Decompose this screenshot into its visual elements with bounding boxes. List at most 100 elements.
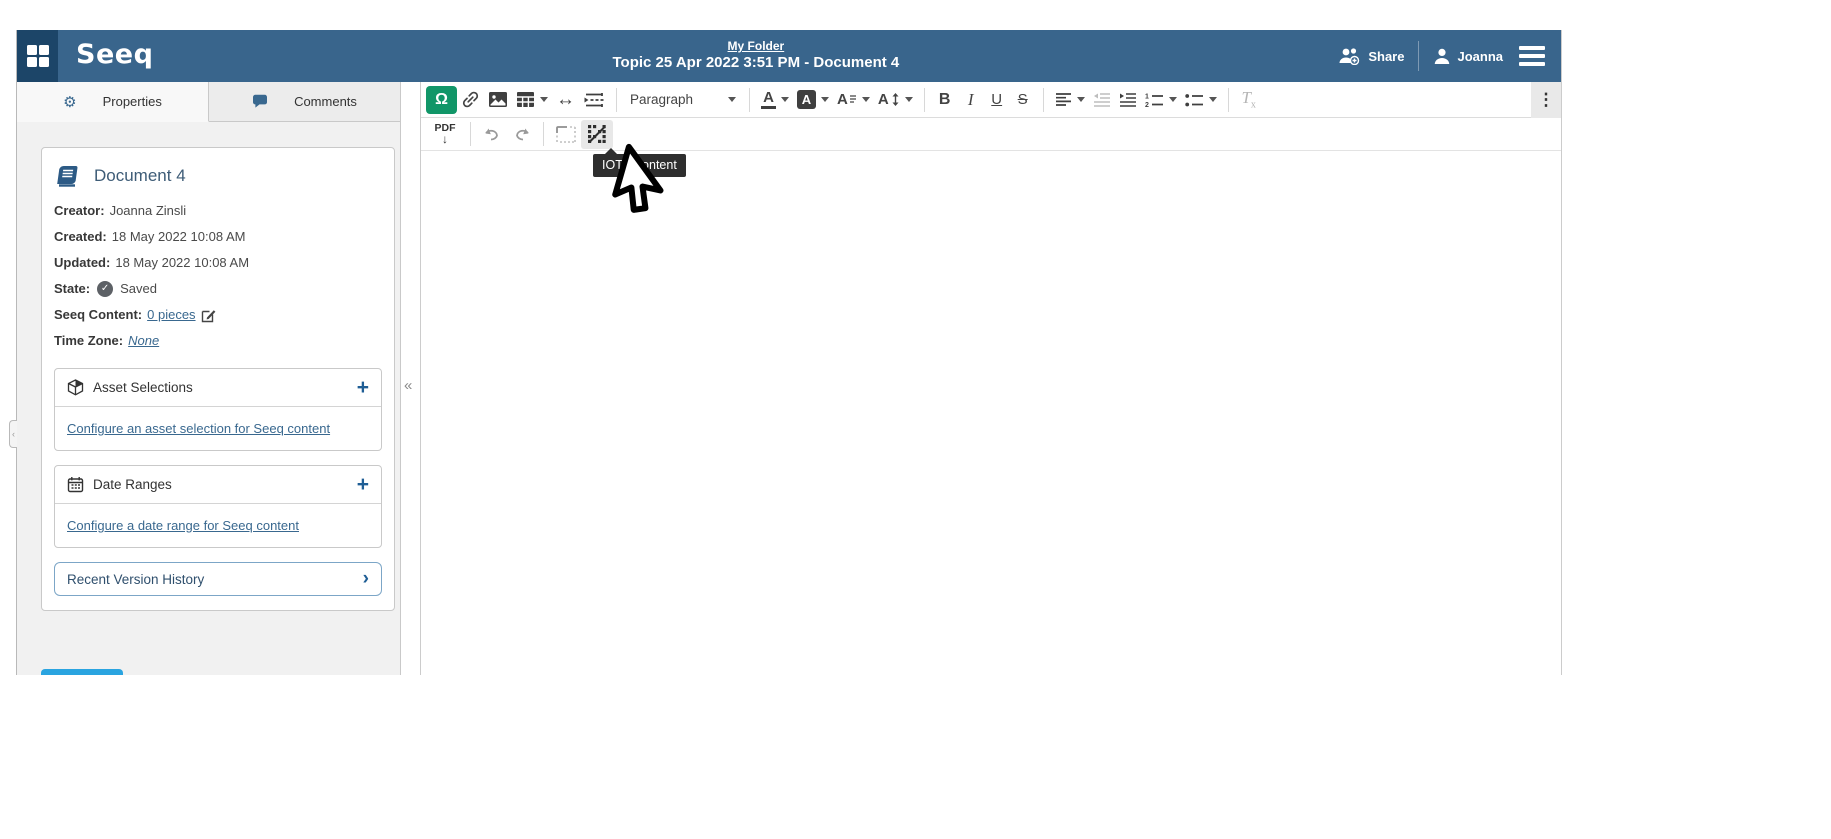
hamburger-menu-button[interactable] [1517, 44, 1547, 68]
chevron-down-icon [1209, 97, 1217, 102]
tab-comments-label: Comments [294, 94, 357, 109]
italic-button[interactable]: I [958, 86, 984, 114]
tab-properties-label: Properties [103, 94, 162, 109]
strikethrough-button[interactable]: S [1010, 86, 1036, 114]
underline-button[interactable]: U [984, 86, 1010, 114]
new-document-button-stub[interactable] [41, 669, 123, 675]
seeq-logo: Seeq [58, 39, 173, 74]
bold-button[interactable]: B [932, 86, 958, 114]
navbar-center: My Folder Topic 25 Apr 2022 3:51 PM - Do… [173, 39, 1338, 73]
creator-label: Creator: [54, 198, 105, 224]
editor-toolbar-secondary: PDF ↓ [421, 118, 1561, 151]
redo-button[interactable] [507, 120, 536, 148]
seeq-content-label: Seeq Content: [54, 302, 142, 328]
seeq-mark-icon: Ω [435, 91, 448, 109]
configure-asset-selection-link[interactable]: Configure an asset selection for Seeq co… [67, 421, 330, 436]
insert-table-button[interactable] [512, 86, 552, 114]
insert-image-button[interactable] [484, 86, 512, 114]
outdent-button[interactable] [1089, 86, 1115, 114]
indent-button[interactable] [1115, 86, 1141, 114]
text-align-button[interactable] [1051, 86, 1089, 114]
font-color-button[interactable]: A [757, 86, 793, 114]
collapse-sidebar-icon[interactable]: « [404, 377, 412, 394]
tab-properties[interactable]: ⚙ Properties [17, 82, 209, 122]
share-users-icon [1338, 47, 1362, 65]
gear-icon: ⚙ [63, 93, 76, 111]
app-window: Seeq My Folder Topic 25 Apr 2022 3:51 PM… [16, 30, 1562, 675]
font-family-button[interactable]: A [833, 86, 874, 114]
indent-icon [1119, 92, 1137, 107]
tab-comments[interactable]: Comments [209, 82, 400, 121]
journal-icon [56, 164, 82, 188]
image-icon [488, 91, 508, 108]
svg-text:2: 2 [1145, 102, 1149, 108]
insert-seeq-content-button[interactable]: Ω [426, 86, 457, 114]
cube-icon [67, 379, 84, 396]
app-switcher-button[interactable] [17, 30, 58, 82]
toolbar-divider [1228, 88, 1229, 112]
paragraph-style-dropdown[interactable]: Paragraph [624, 86, 742, 114]
add-date-range-button[interactable]: + [357, 477, 369, 493]
calendar-icon [67, 476, 84, 493]
updated-value: 18 May 2022 10:08 AM [115, 250, 249, 276]
updated-row: Updated: 18 May 2022 10:08 AM [54, 250, 382, 276]
chevron-down-icon [781, 97, 789, 102]
background-color-button[interactable]: A [793, 86, 833, 114]
insert-link-button[interactable] [457, 86, 484, 114]
iota-content-icon [587, 124, 608, 144]
toolbar-divider [470, 122, 471, 146]
toolbar-divider [749, 88, 750, 112]
navbar-right: Share Joanna [1338, 41, 1561, 71]
paragraph-style-value: Paragraph [630, 92, 693, 107]
updated-label: Updated: [54, 250, 110, 276]
toolbar-divider [1043, 88, 1044, 112]
document-canvas[interactable] [421, 151, 1561, 675]
breadcrumb-my-folder[interactable]: My Folder [728, 39, 785, 54]
export-pdf-button[interactable]: PDF ↓ [427, 119, 463, 149]
chevron-down-icon [821, 97, 829, 102]
toolbar-overflow-button[interactable]: ⋮ [1531, 82, 1561, 118]
align-left-icon [1055, 92, 1072, 107]
asset-selections-title: Asset Selections [93, 380, 348, 395]
toolbar-divider [924, 88, 925, 112]
font-size-button[interactable]: A [874, 86, 917, 114]
resize-content-button[interactable]: ↔ [552, 86, 579, 114]
user-name: Joanna [1457, 49, 1503, 64]
bullet-list-icon [1185, 92, 1204, 108]
state-label: State: [54, 276, 90, 302]
page-break-button[interactable] [579, 86, 609, 114]
comment-icon [252, 94, 268, 109]
document-editor: Ω [421, 82, 1561, 675]
edit-icon[interactable] [201, 308, 216, 323]
clear-formatting-button[interactable]: Tx [1236, 86, 1262, 114]
version-history-label: Recent Version History [67, 572, 363, 587]
undo-button[interactable] [478, 120, 507, 148]
font-size-arrows [891, 92, 900, 107]
iota-content-tooltip: IOTA Content [593, 154, 686, 177]
toolbar-divider [543, 122, 544, 146]
fixed-width-view-button[interactable] [551, 120, 581, 148]
recent-version-history-button[interactable]: Recent Version History › [54, 562, 382, 596]
time-zone-link[interactable]: None [128, 328, 159, 354]
date-ranges-title: Date Ranges [93, 477, 348, 492]
time-zone-row: Time Zone: None [54, 328, 382, 354]
share-button[interactable]: Share [1338, 47, 1404, 65]
iota-content-button[interactable] [581, 120, 613, 149]
state-row: State: ✓ Saved [54, 276, 382, 302]
clear-formatting-icon: Tx [1241, 88, 1255, 110]
add-asset-selection-button[interactable]: + [357, 380, 369, 396]
panel-resize-handle[interactable]: ‹ [9, 420, 17, 448]
numbered-list-button[interactable]: 1 2 [1141, 86, 1181, 114]
date-ranges-card: Date Ranges + Configure a date range for… [54, 465, 382, 548]
state-value: Saved [120, 276, 157, 302]
share-label: Share [1368, 49, 1404, 64]
font-color-icon: A [761, 90, 776, 109]
bullet-list-button[interactable] [1181, 86, 1221, 114]
created-value: 18 May 2022 10:08 AM [112, 224, 246, 250]
sidebar-collapse-gutter: « [401, 82, 421, 675]
configure-date-range-link[interactable]: Configure a date range for Seeq content [67, 518, 299, 533]
chevron-down-icon [905, 97, 913, 102]
chevron-down-icon [540, 97, 548, 102]
seeq-content-link[interactable]: 0 pieces [147, 302, 195, 328]
user-menu[interactable]: Joanna [1433, 47, 1503, 65]
